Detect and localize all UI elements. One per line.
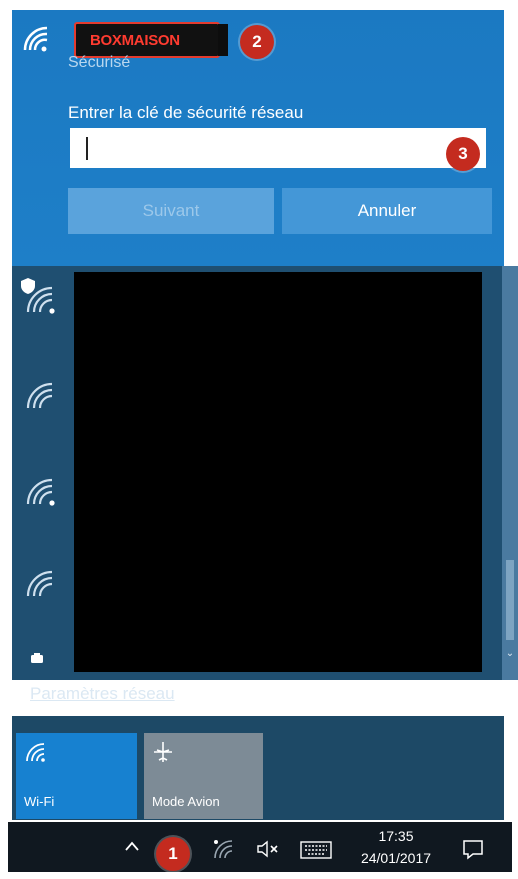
wifi-toggle-tile[interactable]: Wi-Fi — [16, 733, 137, 819]
step-marker-2: 2 — [240, 25, 274, 59]
camera-icon — [31, 653, 43, 663]
text-caret — [86, 137, 88, 160]
next-button[interactable]: Suivant — [68, 188, 274, 234]
network-settings-link[interactable]: Paramètres réseau — [30, 684, 175, 704]
scroll-thumb[interactable] — [506, 560, 514, 640]
wifi-icon — [26, 743, 45, 762]
wifi-icon[interactable] — [212, 838, 234, 860]
wifi-signal-icon[interactable] — [22, 566, 56, 600]
chevron-down-icon[interactable]: ⌄ — [503, 648, 517, 659]
clock-time[interactable]: 17:35 — [356, 828, 436, 844]
notification-icon[interactable] — [462, 838, 484, 860]
wifi-secured-icon[interactable] — [22, 282, 56, 316]
airplane-tile-label: Mode Avion — [152, 794, 220, 809]
airplane-mode-tile[interactable]: Mode Avion — [144, 733, 263, 819]
network-flyout: BOXMAISON Sécurisé Entrer la clé de sécu… — [0, 0, 518, 879]
redacted-network-list — [74, 272, 482, 672]
cancel-button[interactable]: Annuler — [282, 188, 492, 234]
network-ssid: BOXMAISON — [74, 22, 220, 58]
wifi-signal-icon[interactable] — [22, 378, 56, 412]
wifi-tile-label: Wi-Fi — [24, 794, 55, 809]
airplane-icon — [154, 742, 172, 762]
step-marker-3: 3 — [446, 137, 480, 171]
network-security-status: Sécurisé — [68, 54, 131, 71]
volume-muted-icon[interactable] — [256, 839, 282, 859]
keyboard-icon[interactable] — [300, 841, 332, 859]
wifi-signal-icon[interactable] — [22, 474, 56, 508]
chevron-up-icon[interactable] — [124, 840, 140, 852]
security-key-label: Entrer la clé de sécurité réseau — [68, 103, 304, 122]
security-key-input[interactable] — [70, 128, 486, 168]
clock-date[interactable]: 24/01/2017 — [346, 850, 446, 866]
ssid-redaction — [218, 24, 228, 56]
step-marker-1: 1 — [156, 837, 190, 871]
wifi-signal-icon — [23, 26, 48, 52]
